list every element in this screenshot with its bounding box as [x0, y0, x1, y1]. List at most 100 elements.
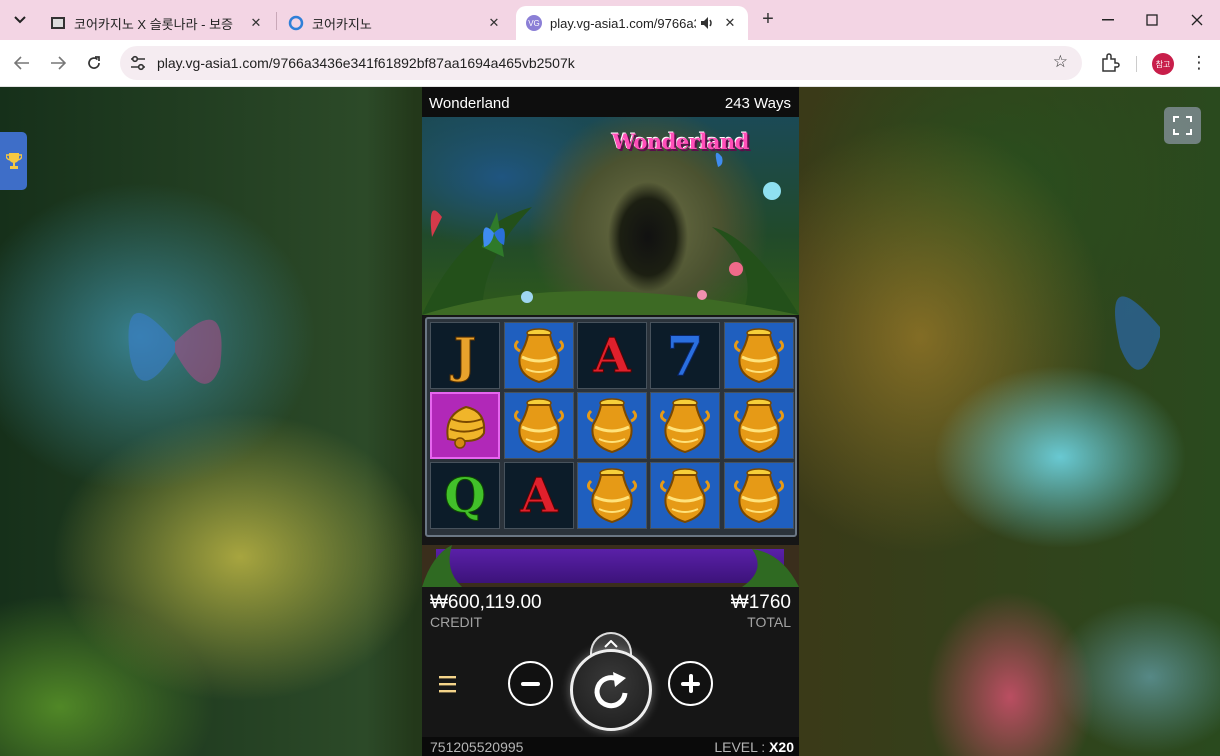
credit-label: CREDIT — [430, 614, 483, 630]
hamburger-icon — [439, 676, 456, 693]
browser-toolbar: play.vg-asia1.com/9766a3436e341f61892bf8… — [0, 40, 1220, 87]
card-symbol-a: A — [520, 467, 558, 524]
fullscreen-button[interactable] — [1164, 107, 1201, 144]
ways-count: 243 Ways — [724, 95, 791, 112]
slot-game-panel: Wonderland 243 Ways Wonderland J A 7 Q A… — [422, 87, 799, 756]
tab-2-close-icon[interactable]: ✕ — [486, 15, 502, 31]
leaf-decorations — [422, 545, 799, 587]
golden-pot-symbol-icon — [586, 397, 638, 453]
reel-cell — [724, 392, 794, 459]
maximize-icon — [1146, 14, 1158, 26]
forward-button[interactable] — [45, 50, 71, 76]
reel-cell — [724, 322, 794, 389]
tab-3-title: play.vg-asia1.com/9766a34 — [550, 15, 696, 31]
new-tab-button[interactable]: + — [756, 8, 780, 32]
reload-button[interactable] — [81, 50, 107, 76]
chevron-up-icon — [604, 639, 618, 648]
reel-cell — [504, 392, 574, 459]
trophy-side-tab[interactable] — [0, 132, 27, 190]
tab-3-close-icon[interactable]: ✕ — [722, 15, 738, 31]
game-header: Wonderland 243 Ways — [422, 87, 799, 117]
ring-favicon-icon — [288, 15, 304, 31]
reel-cell: A — [504, 462, 574, 529]
back-button[interactable] — [9, 50, 35, 76]
bookmark-star-icon[interactable]: ☆ — [1053, 52, 1068, 72]
reel-cell — [577, 462, 647, 529]
chevron-down-icon — [14, 16, 26, 24]
golden-pot-symbol-icon — [733, 467, 785, 523]
audio-playing-icon[interactable] — [700, 16, 716, 30]
trophy-icon — [5, 153, 22, 169]
reload-icon — [88, 56, 100, 69]
card-symbol-j: J — [453, 327, 477, 384]
forest-scene-image: Wonderland — [422, 117, 799, 315]
address-bar[interactable]: play.vg-asia1.com/9766a3436e341f61892bf8… — [120, 46, 1082, 80]
page-viewport: Wonderland 243 Ways Wonderland J A 7 Q A… — [0, 87, 1220, 756]
url-text: play.vg-asia1.com/9766a3436e341f61892bf8… — [157, 55, 575, 71]
profile-avatar[interactable]: 참고 — [1152, 53, 1174, 75]
tab-1-close-icon[interactable]: ✕ — [248, 15, 264, 31]
win-message-bar — [422, 545, 799, 587]
tab-2[interactable]: 코어카지노 ✕ — [278, 6, 512, 40]
close-icon — [1191, 14, 1203, 26]
reel-grid: JA7QA — [425, 317, 797, 537]
level-value: X20 — [769, 739, 794, 755]
card-symbol-q: Q — [444, 467, 487, 524]
tab-search-button[interactable] — [6, 7, 34, 33]
tab-1[interactable]: 코어카지노 X 슬롯나라 - 보증 ✕ — [40, 6, 274, 40]
background-butterfly-image — [1115, 296, 1160, 370]
game-title: Wonderland — [429, 95, 510, 112]
credit-value: ₩600,119.00 — [430, 592, 542, 613]
reel-cell — [577, 392, 647, 459]
golden-pot-symbol-icon — [513, 397, 565, 453]
spin-button[interactable] — [570, 649, 652, 731]
total-bet-value: ₩1760 — [730, 592, 791, 613]
background-butterfly-image — [128, 312, 222, 384]
menu-button[interactable] — [438, 673, 458, 695]
golden-pot-symbol-icon — [659, 397, 711, 453]
golden-bell-symbol-icon — [446, 405, 486, 449]
toolbar-divider — [1136, 56, 1137, 72]
golden-pot-symbol-icon — [513, 327, 565, 383]
card-symbol-seven: 7 — [666, 323, 705, 388]
close-window-button[interactable] — [1177, 6, 1217, 34]
total-bet-label: TOTAL — [747, 614, 791, 630]
film-favicon-icon — [51, 17, 65, 29]
spin-refresh-icon — [594, 672, 628, 709]
golden-pot-symbol-icon — [659, 467, 711, 523]
arrow-left-icon — [14, 56, 29, 70]
reel-cell — [650, 462, 720, 529]
increase-bet-button[interactable] — [668, 661, 713, 706]
level-indicator: LEVEL : X20 — [714, 739, 794, 755]
tab-strip: 코어카지노 X 슬롯나라 - 보증 ✕ 코어카지노 ✕ VG play.vg-a… — [0, 0, 1220, 40]
golden-pot-symbol-icon — [733, 397, 785, 453]
reel-cell: 7 — [650, 322, 720, 389]
more-menu-icon[interactable]: ⋮ — [1188, 51, 1210, 75]
reel-cell: A — [577, 322, 647, 389]
arrow-right-icon — [51, 56, 66, 70]
game-logo: Wonderland — [612, 129, 749, 154]
minimize-button[interactable] — [1088, 6, 1128, 34]
reel-cell: Q — [430, 462, 500, 529]
card-symbol-a: A — [593, 327, 631, 384]
fullscreen-icon — [1173, 116, 1192, 135]
game-footer: 751205520995 LEVEL : X20 — [422, 737, 799, 756]
reel-cell — [504, 322, 574, 389]
level-label: LEVEL — [714, 739, 758, 755]
golden-pot-symbol-icon — [733, 327, 785, 383]
tab-1-title: 코어카지노 X 슬롯나라 - 보증 — [74, 16, 234, 32]
reel-cell — [430, 392, 500, 459]
svg-text:VG: VG — [528, 19, 540, 28]
tab-2-title: 코어카지노 — [312, 16, 372, 32]
reel-cell: J — [430, 322, 500, 389]
tab-3-active[interactable]: VG play.vg-asia1.com/9766a34 ✕ — [516, 6, 748, 40]
golden-pot-symbol-icon — [586, 467, 638, 523]
site-settings-icon[interactable] — [128, 53, 148, 73]
extensions-icon[interactable] — [1098, 51, 1122, 75]
decrease-bet-button[interactable] — [508, 661, 553, 706]
tab-divider — [276, 12, 277, 30]
maximize-button[interactable] — [1132, 6, 1172, 34]
round-id: 751205520995 — [430, 739, 524, 755]
logo-text: Wonderland — [612, 129, 749, 154]
reel-cell — [724, 462, 794, 529]
